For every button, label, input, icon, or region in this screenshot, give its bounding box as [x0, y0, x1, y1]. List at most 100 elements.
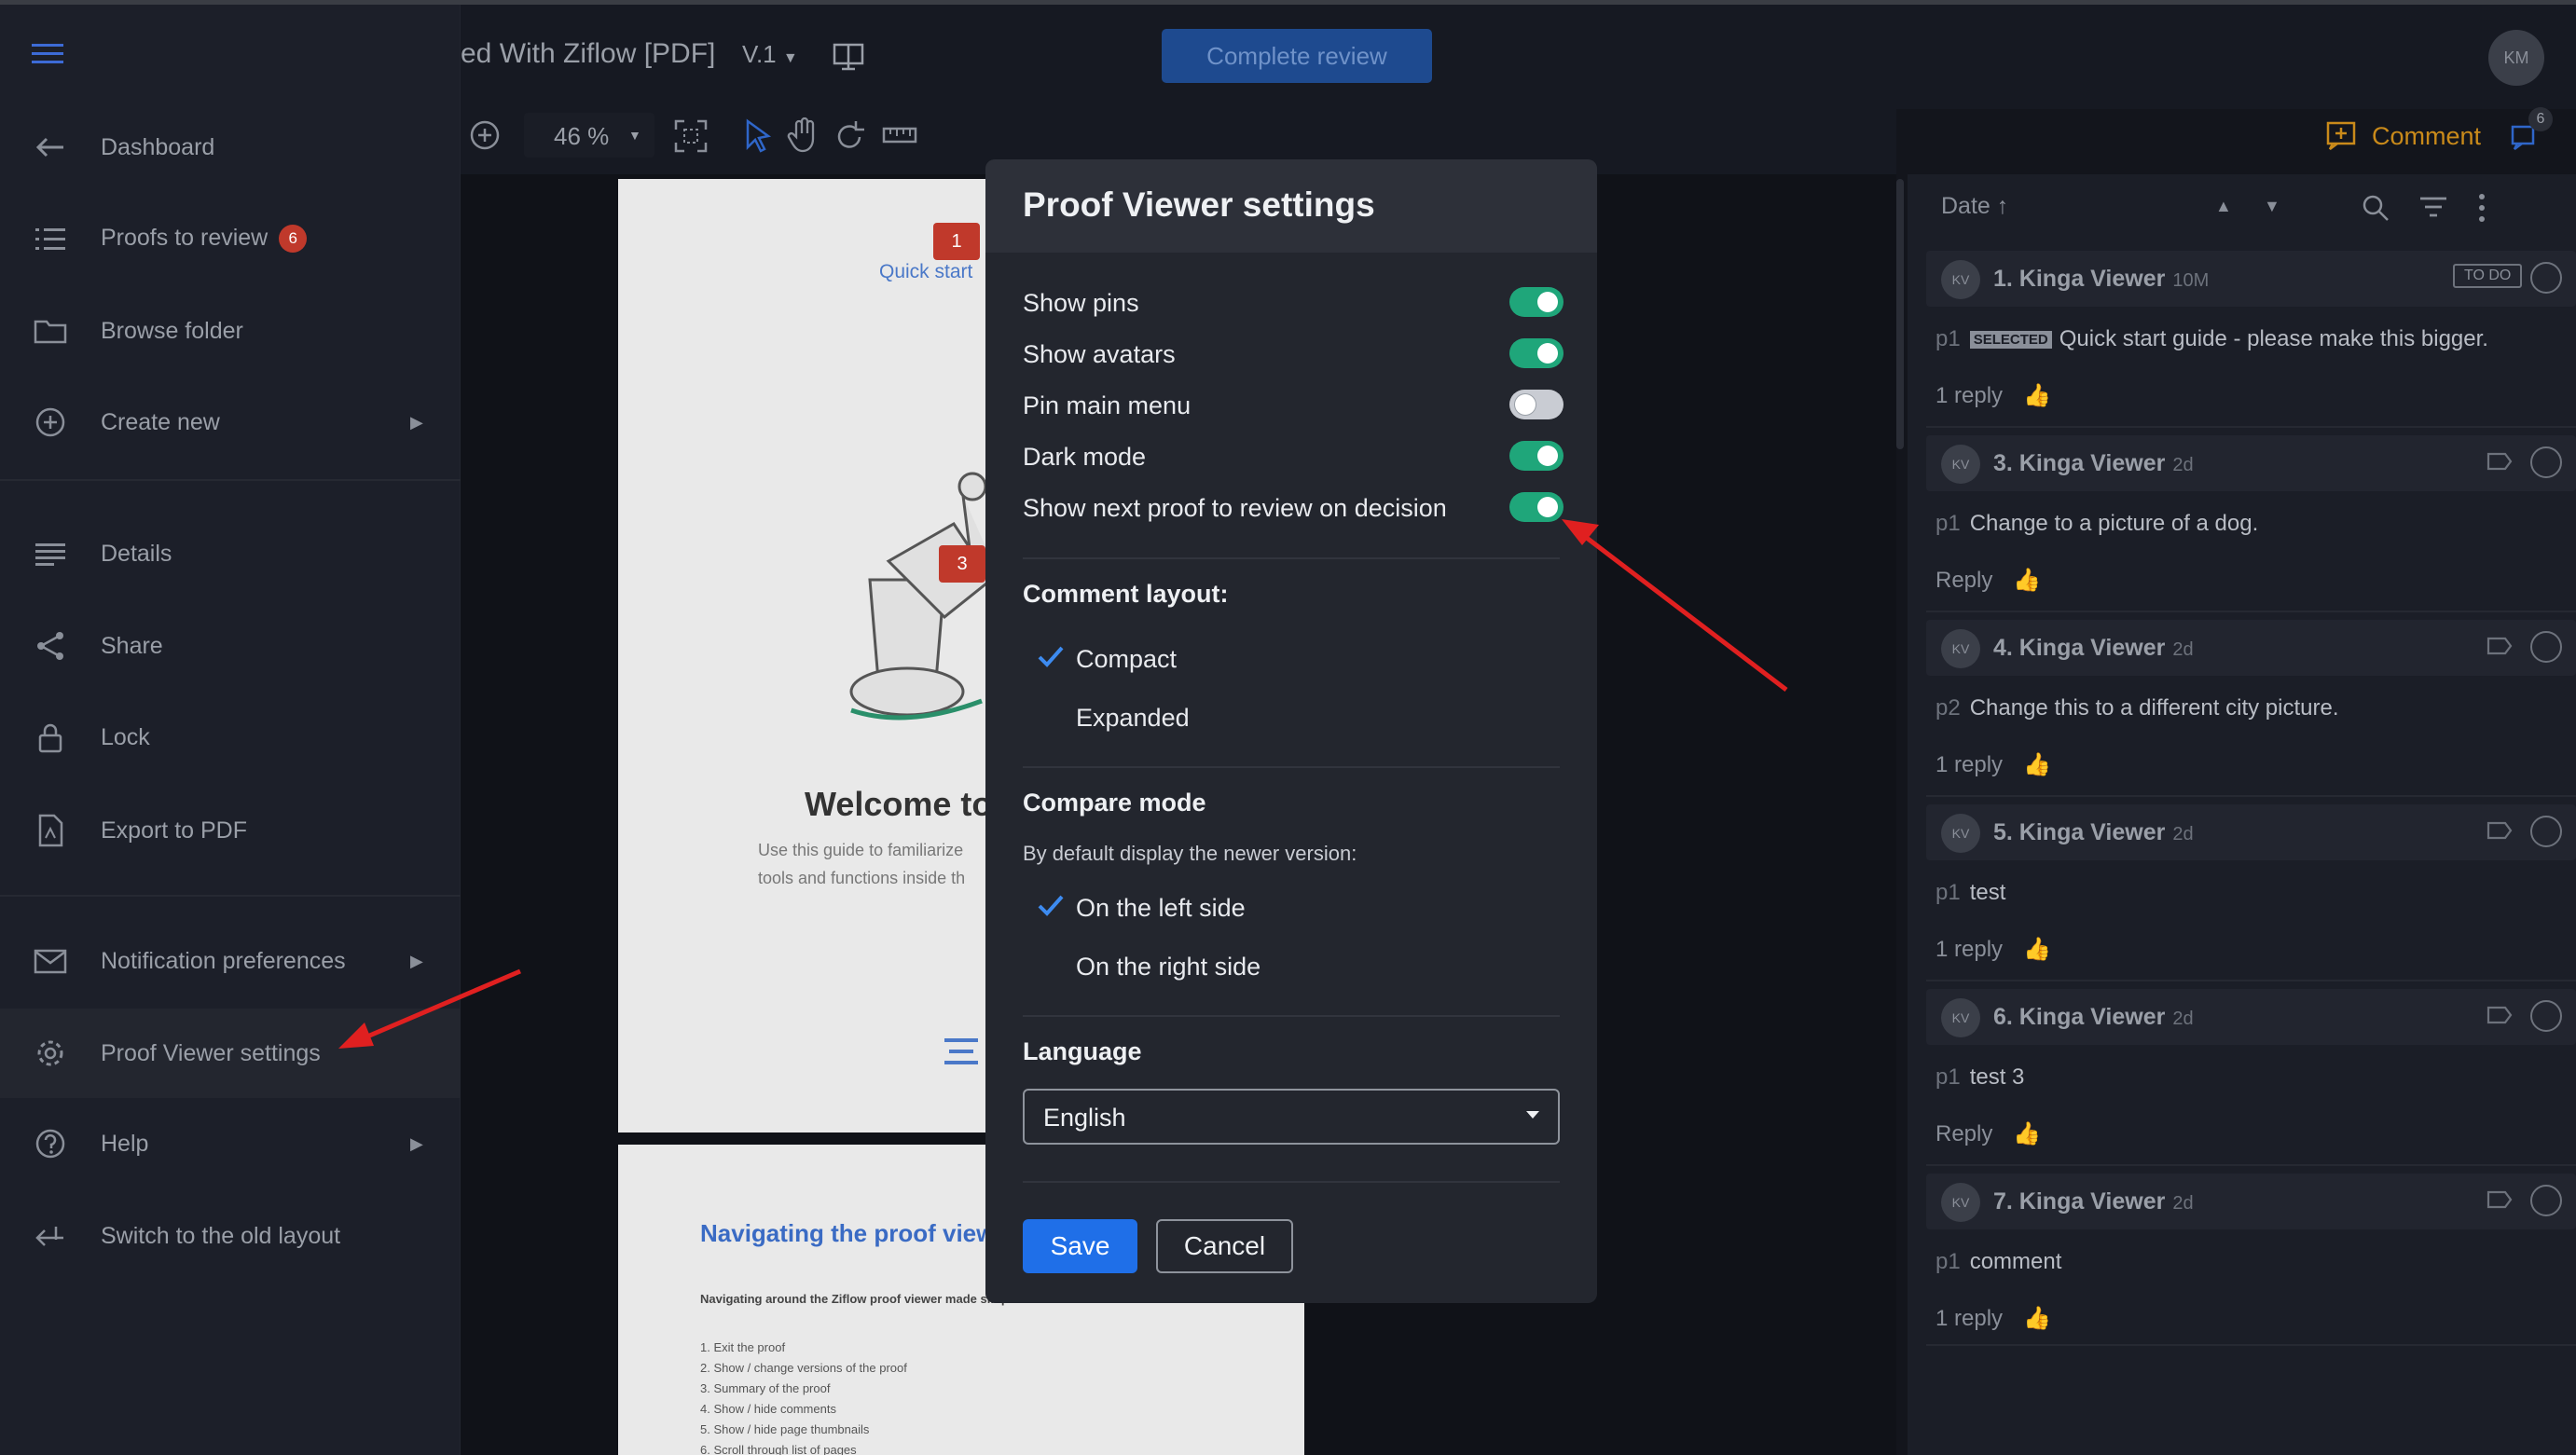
comment-button[interactable]: Comment: [2372, 122, 2481, 151]
comment-header[interactable]: KV 1. Kinga Viewer 10M TO DO: [1926, 251, 2576, 307]
thumbs-up-icon[interactable]: 👍: [2023, 937, 2051, 962]
sidebar-item-share[interactable]: Share: [0, 601, 461, 691]
thumbs-up-icon[interactable]: 👍: [2013, 1121, 2041, 1146]
language-select[interactable]: English: [1023, 1089, 1560, 1145]
more-options-icon[interactable]: [2478, 193, 2486, 223]
ruler-measure-icon[interactable]: [882, 124, 917, 146]
cancel-button[interactable]: Cancel: [1156, 1219, 1293, 1273]
reply-link[interactable]: 1 reply 👍: [1935, 751, 2051, 778]
resolve-circle-icon[interactable]: [2530, 631, 2562, 663]
comment-pin[interactable]: 1: [933, 223, 980, 260]
version-selector[interactable]: V.1 ▼: [742, 40, 798, 69]
caret-down-icon: [1524, 1109, 1541, 1120]
sidebar-item-switch-old-layout[interactable]: Switch to the old layout: [0, 1191, 461, 1281]
show-avatars-toggle[interactable]: [1509, 338, 1564, 368]
sidebar-item-label: Proof Viewer settings: [101, 1039, 321, 1066]
sidebar-item-label: Proofs to review: [101, 224, 269, 251]
reply-link[interactable]: Reply 👍: [1935, 567, 2041, 594]
sidebar-item-proofs-to-review[interactable]: Proofs to review 6: [0, 194, 461, 283]
complete-review-button[interactable]: Complete review: [1162, 29, 1432, 83]
resolve-circle-icon[interactable]: [2530, 1185, 2562, 1216]
select-cursor-icon[interactable]: [742, 118, 774, 154]
comment-divider: [1926, 795, 2576, 797]
reply-label: 1 reply: [1935, 1306, 2004, 1331]
sort-by-date[interactable]: Date ↑: [1941, 193, 2008, 220]
sidebar-item-proof-viewer-settings[interactable]: Proof Viewer settings: [0, 1009, 461, 1098]
sidebar-item-lock[interactable]: Lock: [0, 693, 461, 782]
resolve-circle-icon[interactable]: [2530, 1000, 2562, 1032]
zoom-selector[interactable]: 46 % ▼: [524, 113, 654, 158]
pin-main-menu-toggle[interactable]: [1509, 390, 1564, 419]
sidebar-item-notification-preferences[interactable]: Notification preferences ▶: [0, 916, 461, 1006]
comment-header[interactable]: KV 3. Kinga Viewer 2d: [1926, 435, 2576, 491]
comment-header[interactable]: KV 6. Kinga Viewer 2d: [1926, 989, 2576, 1045]
dark-mode-toggle[interactable]: [1509, 441, 1564, 471]
reply-label: 1 reply: [1935, 752, 2004, 777]
sidebar-item-help[interactable]: Help ▶: [0, 1099, 461, 1188]
zoom-in-icon[interactable]: [468, 118, 502, 152]
layout-option-compact[interactable]: Compact: [1076, 645, 1177, 674]
proof-title[interactable]: ed With Ziflow [PDF]: [461, 38, 715, 70]
sidebar-item-browse-folder[interactable]: Browse folder: [0, 286, 461, 376]
sidebar-item-label: Share: [101, 632, 163, 659]
sidebar-item-dashboard[interactable]: Dashboard: [0, 103, 461, 192]
comment-author-name: 3. Kinga Viewer: [1993, 450, 2166, 476]
hand-pan-icon[interactable]: [787, 117, 820, 154]
compare-option-left[interactable]: On the left side: [1076, 894, 1246, 923]
save-button[interactable]: Save: [1023, 1219, 1137, 1273]
comment-header[interactable]: KV 7. Kinga Viewer 2d: [1926, 1174, 2576, 1229]
add-comment-icon[interactable]: [2325, 120, 2357, 152]
fit-to-screen-icon[interactable]: [673, 118, 709, 154]
comment-text: p1 test: [1935, 880, 2005, 906]
thumbs-up-icon[interactable]: 👍: [2023, 752, 2051, 777]
setting-show-pins: Show pins: [1023, 283, 1564, 321]
thumbs-up-icon[interactable]: 👍: [2013, 568, 2041, 593]
comment-divider: [1926, 980, 2576, 981]
tag-label-icon[interactable]: [2486, 1004, 2514, 1026]
comment-author: 5. Kinga Viewer 2d: [1993, 819, 2194, 846]
tag-label-icon[interactable]: [2486, 1188, 2514, 1211]
comment-page: p1: [1935, 1249, 1961, 1274]
reply-label: Reply: [1935, 1121, 1993, 1146]
resolve-circle-icon[interactable]: [2530, 446, 2562, 478]
canvas-scrollbar[interactable]: [1896, 179, 1904, 449]
tag-label-icon[interactable]: [2486, 450, 2514, 473]
sidebar-item-create-new[interactable]: Create new ▶: [0, 377, 461, 467]
thumbs-up-icon[interactable]: 👍: [2023, 1306, 2051, 1331]
comment-author-name: 1. Kinga Viewer: [1993, 266, 2166, 292]
comment-time: 2d: [2172, 455, 2194, 475]
dialog-title: Proof Viewer settings: [1023, 185, 1375, 224]
rotate-icon[interactable]: [833, 118, 867, 154]
toggle-knob: [1537, 497, 1558, 517]
reply-link[interactable]: 1 reply 👍: [1935, 382, 2051, 409]
list-icon: [32, 220, 69, 257]
sidebar-item-export-pdf[interactable]: Export to PDF: [0, 786, 461, 875]
comment-author: 7. Kinga Viewer 2d: [1993, 1188, 2194, 1215]
comment-header[interactable]: KV 5. Kinga Viewer 2d: [1926, 804, 2576, 860]
reply-link[interactable]: 1 reply 👍: [1935, 1305, 2051, 1332]
thumbs-up-icon[interactable]: 👍: [2023, 383, 2051, 408]
user-avatar[interactable]: KM: [2488, 30, 2544, 86]
tag-label-icon[interactable]: [2486, 635, 2514, 657]
search-icon[interactable]: [2361, 193, 2390, 223]
status-badge[interactable]: TO DO: [2453, 264, 2523, 288]
comment-pin[interactable]: 3: [939, 545, 985, 583]
comment-header[interactable]: KV 4. Kinga Viewer 2d: [1926, 620, 2576, 676]
compare-option-right[interactable]: On the right side: [1076, 953, 1260, 981]
next-comment-icon[interactable]: ▼: [2264, 197, 2280, 216]
reply-link[interactable]: Reply 👍: [1935, 1120, 2041, 1147]
compare-versions-icon[interactable]: [832, 42, 865, 72]
show-pins-toggle[interactable]: [1509, 287, 1564, 317]
layout-option-expanded[interactable]: Expanded: [1076, 704, 1190, 733]
hamburger-menu-icon[interactable]: [32, 42, 63, 66]
resolve-circle-icon[interactable]: [2530, 262, 2562, 294]
resolve-circle-icon[interactable]: [2530, 816, 2562, 847]
comment-time: 2d: [2172, 1193, 2194, 1214]
reply-link[interactable]: 1 reply 👍: [1935, 936, 2051, 963]
toggle-knob: [1515, 394, 1536, 415]
tag-label-icon[interactable]: [2486, 819, 2514, 842]
sidebar-item-details[interactable]: Details: [0, 509, 461, 598]
filter-icon[interactable]: [2418, 195, 2448, 221]
show-next-proof-toggle[interactable]: [1509, 492, 1564, 522]
previous-comment-icon[interactable]: ▲: [2215, 197, 2232, 216]
